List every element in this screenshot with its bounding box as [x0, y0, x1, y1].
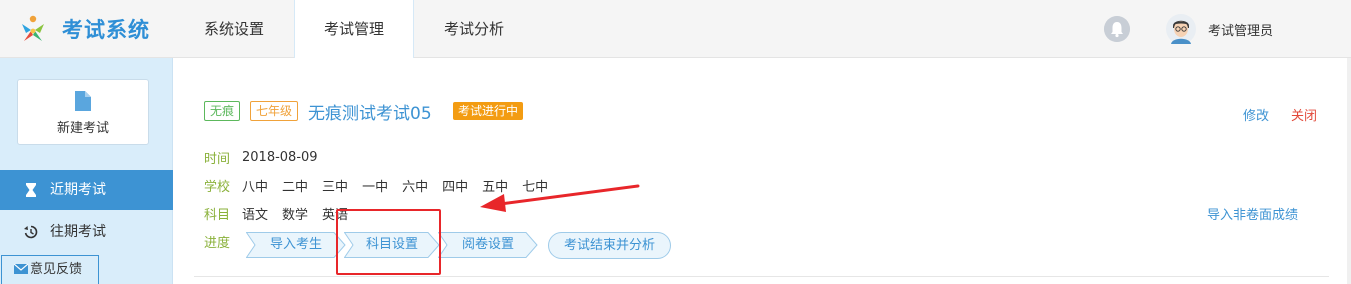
feedback-label: 意见反馈	[30, 262, 83, 277]
sidebar-item-label: 往期考试	[50, 224, 106, 240]
time-label: 时间	[204, 152, 231, 167]
exam-time-row: 时间 2018-08-09	[204, 148, 332, 167]
status-badge: 考试进行中	[453, 102, 524, 120]
trace-tag: 无痕	[204, 101, 241, 121]
mail-icon	[14, 264, 28, 274]
step-import-examinees[interactable]: 导入考生	[246, 232, 346, 258]
history-icon	[24, 225, 38, 239]
main-nav: 系统设置 考试管理 考试分析	[174, 0, 534, 59]
new-exam-label: 新建考试	[56, 121, 109, 136]
top-header: 考试系统 系统设置 考试管理 考试分析 考试管理员	[0, 0, 1351, 59]
time-value: 2018-08-09	[242, 150, 318, 165]
scrollbar[interactable]	[1347, 58, 1351, 284]
import-non-paper-scores-link[interactable]: 导入非卷面成绩	[1207, 204, 1298, 223]
exam-title[interactable]: 无痕测试考试05	[308, 99, 432, 124]
subject-item: 数学	[282, 208, 309, 223]
sidebar-item-label: 近期考试	[50, 182, 106, 198]
hourglass-icon	[26, 183, 36, 197]
school-item: 二中	[282, 180, 309, 195]
sidebar: 新建考试 近期考试 往期考试	[0, 58, 173, 284]
school-item: 四中	[442, 180, 469, 195]
sidebar-item-past-exams[interactable]: 往期考试	[0, 212, 173, 252]
nav-exam-management[interactable]: 考试管理	[294, 0, 414, 59]
subject-label: 科目	[204, 208, 231, 223]
edit-link[interactable]: 修改	[1243, 105, 1269, 124]
nav-exam-analysis[interactable]: 考试分析	[414, 0, 534, 58]
avatar[interactable]	[1166, 14, 1196, 44]
nav-system-settings[interactable]: 系统设置	[174, 0, 294, 58]
progress-label: 进度	[204, 236, 231, 251]
sidebar-item-recent-exams[interactable]: 近期考试	[0, 170, 173, 210]
divider	[194, 276, 1329, 277]
feedback-button[interactable]: 意见反馈	[1, 255, 99, 284]
user-name[interactable]: 考试管理员	[1208, 20, 1273, 39]
school-label: 学校	[204, 180, 231, 195]
notification-icon[interactable]	[1104, 16, 1130, 42]
document-icon	[75, 91, 91, 111]
end-exam-and-analyze-button[interactable]: 考试结束并分析	[548, 232, 671, 259]
grade-tag: 七年级	[250, 101, 299, 121]
step-label: 导入考生	[269, 237, 322, 252]
annotation-arrow-icon	[480, 184, 640, 212]
step-label: 阅卷设置	[461, 237, 514, 252]
school-item: 三中	[322, 180, 349, 195]
school-item: 八中	[242, 180, 269, 195]
logo-icon	[22, 15, 44, 41]
new-exam-button[interactable]: 新建考试	[17, 79, 149, 145]
step-grading-settings[interactable]: 阅卷设置	[438, 232, 538, 258]
subject-item: 语文	[242, 208, 269, 223]
app-title: 考试系统	[62, 18, 150, 42]
annotation-highlight-box	[336, 209, 441, 275]
school-item: 一中	[362, 180, 389, 195]
close-link[interactable]: 关闭	[1291, 105, 1317, 124]
school-item: 六中	[402, 180, 429, 195]
app-logo[interactable]: 考试系统	[18, 10, 150, 48]
